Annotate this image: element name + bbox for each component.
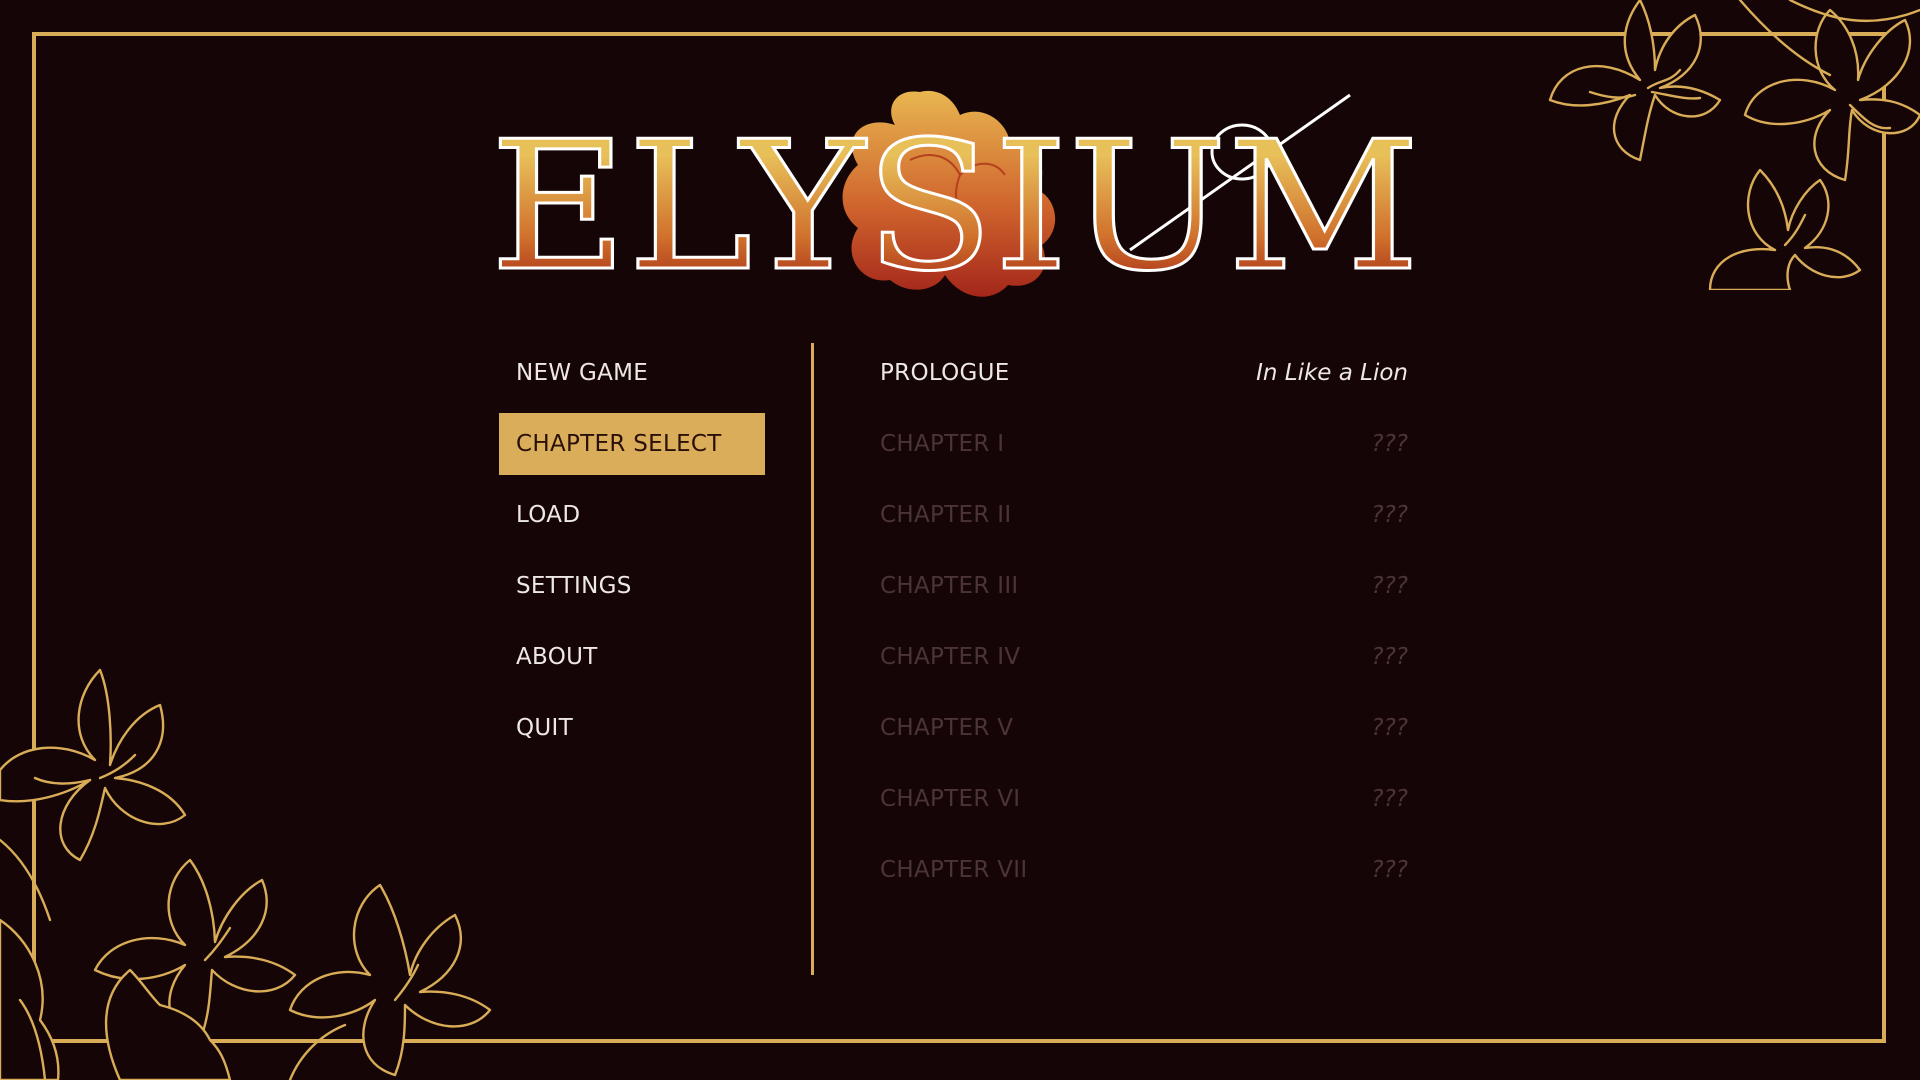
chapter-row-chapter-vi: CHAPTER VI??? [880, 768, 1408, 830]
chapter-label: CHAPTER IV [880, 644, 1021, 670]
game-logo: ELYSIUM [490, 80, 1460, 320]
game-title: ELYSIUM [490, 103, 1420, 310]
chapter-label: CHAPTER VI [880, 786, 1021, 812]
bottom-left-orchid-decoration [0, 668, 492, 1080]
chapter-label: CHAPTER I [880, 431, 1005, 457]
chapter-subtitle: ??? [1371, 786, 1408, 812]
menu-item-load[interactable]: LOAD [499, 484, 765, 546]
chapter-row-chapter-ii: CHAPTER II??? [880, 484, 1408, 546]
chapter-row-prologue[interactable]: PROLOGUE In Like a Lion [880, 342, 1408, 404]
chapter-list: PROLOGUE In Like a Lion CHAPTER I??? CHAPTE… [880, 342, 1408, 910]
chapter-subtitle: ??? [1371, 502, 1408, 528]
chapter-label: PROLOGUE [880, 360, 1010, 386]
main-menu: NEW GAME CHAPTER SELECT LOAD SETTINGS ABOUT Q… [499, 342, 765, 768]
chapter-label: CHAPTER III [880, 573, 1019, 599]
chapter-subtitle: ??? [1371, 857, 1408, 883]
chapter-label: CHAPTER II [880, 502, 1012, 528]
chapter-row-chapter-i: CHAPTER I??? [880, 413, 1408, 475]
menu-item-quit[interactable]: QUIT [499, 697, 765, 759]
chapter-subtitle: ??? [1371, 573, 1408, 599]
top-right-orchid-decoration [1548, 0, 1920, 290]
chapter-row-chapter-v: CHAPTER V??? [880, 697, 1408, 759]
menu-item-settings[interactable]: SETTINGS [499, 555, 765, 617]
chapter-subtitle: ??? [1371, 431, 1408, 457]
chapter-row-chapter-iv: CHAPTER IV??? [880, 626, 1408, 688]
chapter-label: CHAPTER VII [880, 857, 1028, 883]
menu-divider [811, 343, 814, 975]
chapter-subtitle: In Like a Lion [1256, 360, 1408, 386]
chapter-row-chapter-vii: CHAPTER VII??? [880, 839, 1408, 901]
chapter-subtitle: ??? [1371, 715, 1408, 741]
chapter-row-chapter-iii: CHAPTER III??? [880, 555, 1408, 617]
menu-item-chapter-select[interactable]: CHAPTER SELECT [499, 413, 765, 475]
chapter-subtitle: ??? [1371, 644, 1408, 670]
menu-item-about[interactable]: ABOUT [499, 626, 765, 688]
chapter-label: CHAPTER V [880, 715, 1014, 741]
menu-item-new-game[interactable]: NEW GAME [499, 342, 765, 404]
